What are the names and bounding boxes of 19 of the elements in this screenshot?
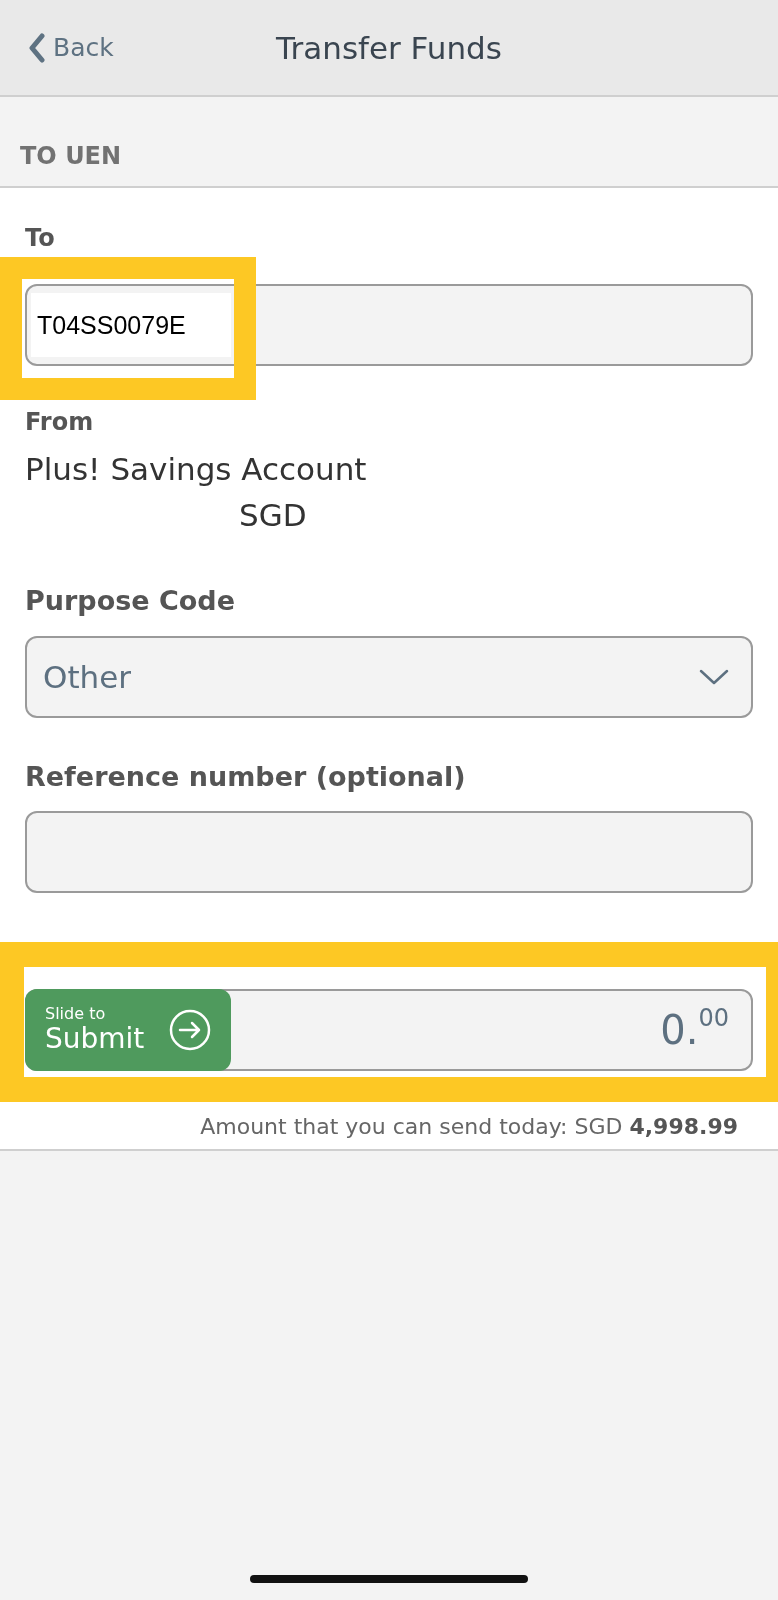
arrow-circle-icon: [169, 1009, 211, 1051]
chevron-left-icon: [28, 32, 45, 63]
daily-limit-note: Amount that you can send today: SGD 4,998.99: [199, 1113, 738, 1141]
amount-value: 0.$^{00}$: [660, 1007, 729, 1053]
reference-input-field[interactable]: [25, 811, 753, 893]
field-label: To: [25, 223, 56, 254]
chevron-down-icon: [699, 669, 729, 685]
field-label: Reference number (optional): [25, 760, 467, 794]
field-label: Purpose Code: [25, 584, 236, 618]
account-name: Plus! Savings Account: [25, 450, 368, 489]
purpose-code-select[interactable]: Other: [25, 636, 753, 718]
back-button[interactable]: Back: [24, 28, 118, 67]
field-label: From: [25, 407, 95, 438]
slide-to-submit-thumb[interactable]: Slide to Submit: [25, 989, 231, 1071]
slider-track[interactable]: Slide to Submit 0.$^{00}$: [25, 989, 753, 1071]
section-title: TO UEN: [20, 142, 122, 170]
account-currency: SGD: [238, 496, 308, 535]
screen-title: Transfer Funds: [276, 29, 502, 66]
uen-input-field[interactable]: T04SS0079E: [25, 284, 753, 366]
